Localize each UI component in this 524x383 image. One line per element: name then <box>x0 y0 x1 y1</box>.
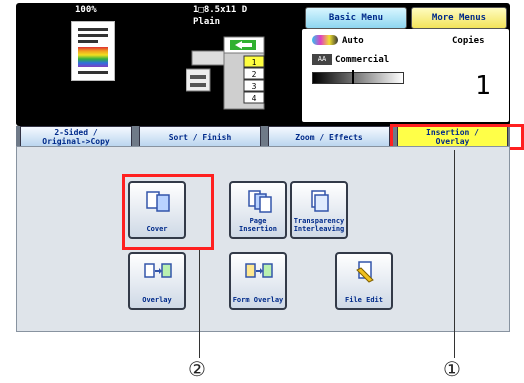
more-menus-button[interactable]: More Menus <box>411 7 507 29</box>
tab-zoom-effects[interactable]: Zoom / Effects <box>268 126 390 147</box>
document-preview-icon <box>71 21 115 81</box>
form-overlay-button[interactable]: Form Overlay <box>229 252 287 310</box>
page-insertion-label: Page Insertion <box>239 217 277 233</box>
status-panel: 100% 1□8.5x11 D Plain 1 2 3 4 Basic Menu… <box>16 3 510 126</box>
page-insertion-button[interactable]: Page Insertion <box>229 181 287 239</box>
file-edit-icon <box>356 261 374 283</box>
callout-line-two <box>199 250 200 358</box>
callout-line-one <box>454 150 455 358</box>
tray-label-1: 1 <box>252 58 257 67</box>
density-auto-icon <box>312 35 338 45</box>
tray-label-3: 3 <box>252 82 257 91</box>
tray-label-2: 2 <box>252 70 257 79</box>
paper-size: 1□8.5x11 D <box>193 5 248 15</box>
cover-highlight-box <box>122 174 214 250</box>
transparency-interleaving-label: Transparency Interleaving <box>293 217 345 233</box>
original-type-label: Commercial <box>335 55 390 65</box>
settings-summary-panel: Auto Copies AA Commercial 1 <box>302 29 509 122</box>
form-overlay-label: Form Overlay <box>232 296 284 304</box>
copies-count: 1 <box>475 71 491 101</box>
paper-type: Plain <box>193 17 221 27</box>
density-bar <box>312 72 404 84</box>
callout-one: ① <box>443 357 461 381</box>
tab-2-sided[interactable]: 2-Sided / Original->Copy <box>20 126 132 147</box>
overlay-label: Overlay <box>142 296 172 304</box>
basic-menu-button[interactable]: Basic Menu <box>305 7 407 29</box>
function-panel: Cover Page Insertion Transparency Interl… <box>16 146 510 332</box>
page-insertion-icon <box>248 190 272 213</box>
callout-two: ② <box>188 357 206 381</box>
density-marker <box>352 70 354 84</box>
transparency-interleaving-button[interactable]: Transparency Interleaving <box>290 181 348 239</box>
form-overlay-icon <box>245 263 273 278</box>
zoom-ratio: 100% <box>75 5 97 15</box>
file-edit-button[interactable]: File Edit <box>335 252 393 310</box>
overlay-button[interactable]: Overlay <box>128 252 186 310</box>
copier-machine-icon: 1 2 3 4 <box>186 36 265 110</box>
file-edit-label: File Edit <box>345 296 383 304</box>
transparency-icon <box>311 190 329 212</box>
original-type-icon: AA <box>312 54 332 65</box>
density-mode-label: Auto <box>342 36 364 46</box>
copies-label: Copies <box>452 36 485 46</box>
overlay-icon <box>144 263 172 278</box>
tray-label-4: 4 <box>252 94 257 103</box>
tab-sort-finish[interactable]: Sort / Finish <box>139 126 261 147</box>
